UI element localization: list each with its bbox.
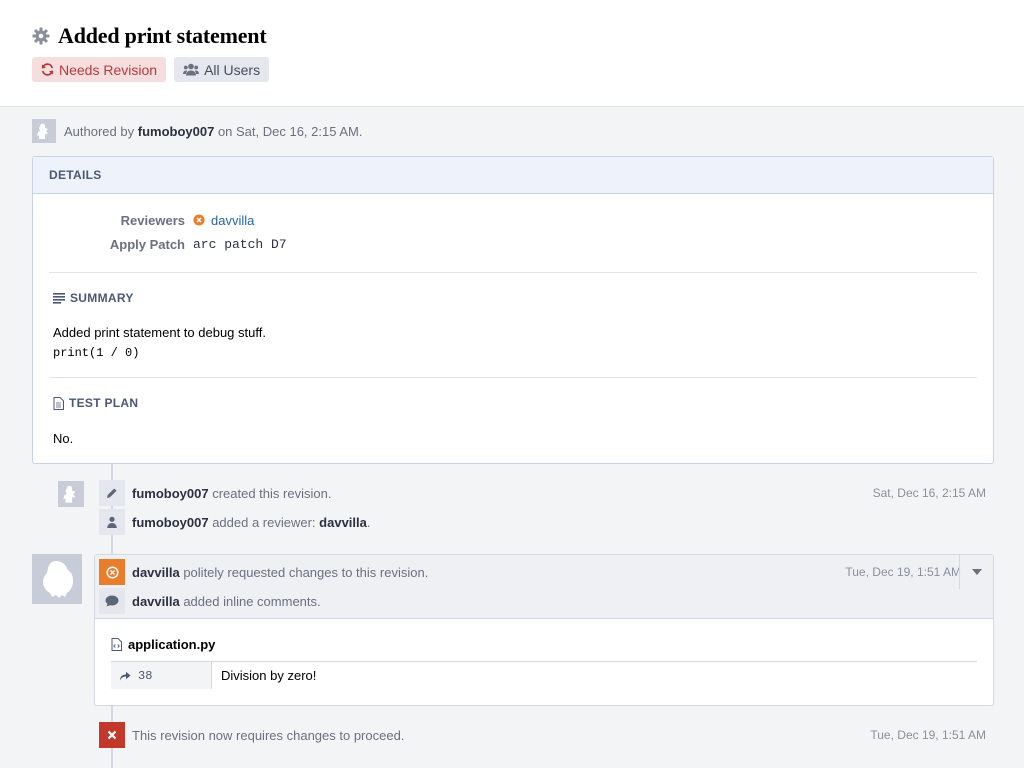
- avatar-silhouette-icon: [63, 485, 76, 503]
- paragraph-lines-icon: [53, 292, 65, 304]
- event-action: created this revision.: [212, 485, 332, 501]
- reviewers-value: davvilla: [193, 213, 254, 228]
- author-date: on Sat, Dec 16, 2:15 AM.: [217, 123, 363, 139]
- summary-title-text: SUMMARY: [70, 291, 134, 305]
- timeline-event-reviewer: fumoboy007 added a reviewer: davvilla.: [99, 509, 986, 535]
- actor-link[interactable]: davvilla: [132, 565, 180, 580]
- apply-patch-label: Apply Patch: [109, 236, 185, 252]
- x-circle-icon: [193, 214, 205, 226]
- timeline-event-requested-changes: davvilla politely requested changes to t…: [99, 559, 961, 585]
- caret-down-icon: [971, 569, 982, 575]
- author-name-link[interactable]: fumoboy007: [138, 124, 215, 139]
- test-plan-text: No.: [53, 431, 74, 446]
- gear-icon: [32, 27, 50, 45]
- avatar[interactable]: [58, 481, 84, 507]
- timeline-event-status: This revision now requires changes to pr…: [99, 722, 986, 748]
- actor-link[interactable]: fumoboy007: [132, 486, 209, 501]
- event-text: This revision now requires changes to pr…: [132, 727, 405, 743]
- details-divider: [49, 272, 977, 273]
- refresh-icon: [41, 63, 54, 76]
- event-text: davvilla politely requested changes to t…: [132, 565, 845, 580]
- comment-menu-button[interactable]: [959, 555, 993, 589]
- x-icon: [99, 722, 125, 748]
- event-date[interactable]: Tue, Dec 19, 1:51 AM: [870, 728, 986, 742]
- document-icon: [53, 396, 64, 410]
- summary-title: SUMMARY: [53, 291, 134, 305]
- user-icon: [99, 509, 125, 535]
- author-prefix: Authored by: [64, 123, 135, 139]
- avatar-silhouette-icon: [37, 123, 48, 139]
- avatar[interactable]: [32, 119, 56, 143]
- inline-line-link[interactable]: 38: [111, 662, 212, 689]
- comment-header: davvilla politely requested changes to t…: [95, 555, 993, 619]
- summary-text: Added print statement to debug stuff.: [53, 325, 266, 340]
- reviewers-row: Reviewers davvilla: [33, 210, 255, 230]
- avatar[interactable]: [32, 554, 82, 604]
- actor-link[interactable]: davvilla: [132, 594, 180, 609]
- inline-file-row: application.py: [111, 637, 215, 652]
- users-icon: [183, 63, 200, 76]
- tag-row: Needs Revision All Users: [32, 57, 270, 82]
- reviewers-label: Reviewers: [120, 212, 185, 228]
- test-plan-title: TEST PLAN: [53, 396, 138, 410]
- code-file-icon: [111, 638, 122, 651]
- pencil-icon: [99, 480, 125, 506]
- author-line: Authored by fumoboy007 on Sat, Dec 16, 2…: [64, 124, 362, 139]
- event-text: fumoboy007 added a reviewer: davvilla.: [132, 515, 986, 530]
- speech-bubble-icon: [99, 588, 125, 614]
- reviewer-link[interactable]: davvilla: [211, 213, 254, 228]
- needs-revision-label: Needs Revision: [59, 61, 158, 78]
- apply-patch-value: arc patch D7: [193, 236, 287, 252]
- comment-card: davvilla politely requested changes to t…: [94, 554, 994, 706]
- all-users-tag[interactable]: All Users: [174, 57, 270, 82]
- inline-comment-text: Division by zero!: [221, 668, 317, 683]
- actor-link[interactable]: fumoboy007: [132, 515, 209, 530]
- details-box: DETAILS Reviewers davvilla Apply Patch a…: [32, 156, 994, 464]
- test-plan-title-text: TEST PLAN: [69, 396, 139, 410]
- event-action: added a reviewer:: [212, 514, 316, 530]
- timeline-event-created: fumoboy007 created this revision. Sat, D…: [99, 480, 986, 506]
- target-link[interactable]: davvilla: [319, 515, 367, 530]
- event-date[interactable]: Sat, Dec 16, 2:15 AM: [873, 486, 986, 500]
- timeline-event-inline-comments: davvilla added inline comments.: [99, 588, 961, 614]
- event-trailing: .: [366, 514, 371, 530]
- inline-file-name[interactable]: application.py: [128, 637, 215, 652]
- all-users-label: All Users: [204, 61, 261, 78]
- apply-patch-row: Apply Patch arc patch D7: [33, 234, 287, 254]
- needs-revision-tag[interactable]: Needs Revision: [32, 57, 167, 82]
- summary-divider: [49, 377, 977, 378]
- page-title: Added print statement: [58, 23, 267, 48]
- x-circle-icon: [99, 559, 125, 585]
- share-arrow-icon: [120, 671, 131, 680]
- event-action: added inline comments.: [183, 593, 321, 609]
- inline-comment-row: 38 Division by zero!: [111, 661, 977, 689]
- event-text: davvilla added inline comments.: [132, 594, 961, 609]
- inline-line-number: 38: [138, 668, 153, 683]
- event-text: fumoboy007 created this revision.: [132, 486, 873, 501]
- details-heading: DETAILS: [33, 157, 993, 194]
- avatar-ghost-icon: [43, 561, 73, 598]
- event-action: politely requested changes to this revis…: [183, 564, 429, 580]
- title-row: Added print statement: [32, 22, 267, 50]
- author-row: Authored by fumoboy007 on Sat, Dec 16, 2…: [32, 119, 362, 143]
- event-date[interactable]: Tue, Dec 19, 1:51 AM: [845, 565, 961, 579]
- summary-code: print(1 / 0): [53, 346, 140, 360]
- page-header: Added print statement Needs Revision All…: [0, 0, 1024, 107]
